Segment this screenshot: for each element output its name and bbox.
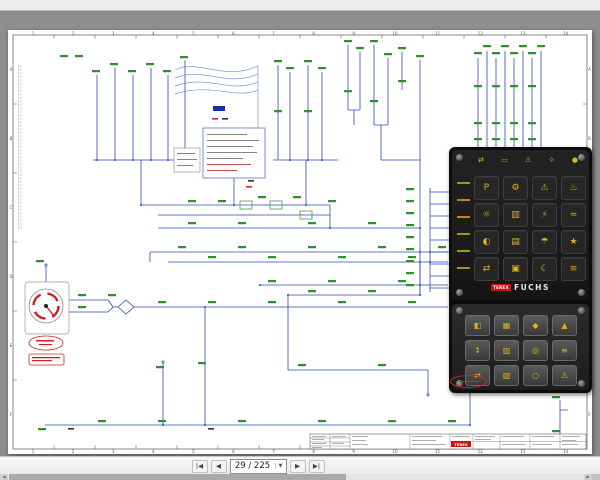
note-box bbox=[203, 128, 265, 178]
page-number-field: ▼ bbox=[230, 459, 287, 474]
service-button-icon: ⚙ bbox=[503, 176, 528, 200]
warning-indicator-icon: ⚠ bbox=[525, 155, 531, 165]
power-button-icon: ⚡ bbox=[532, 203, 557, 227]
fuse-box bbox=[174, 148, 200, 172]
grid-key-icon: ▦ bbox=[494, 315, 519, 336]
component-symbols bbox=[240, 201, 312, 219]
up-key-icon: ▲ bbox=[552, 315, 577, 336]
relay-diamond-symbol bbox=[118, 300, 134, 314]
gauge-annotations bbox=[29, 336, 64, 365]
screw-icon bbox=[578, 307, 585, 314]
menu-button-icon: ≡ bbox=[561, 257, 586, 281]
heater-button-icon: ♨ bbox=[561, 176, 586, 200]
panel-key-grid: ◧ ▦ ◆ ▲ ↕ ▥ ◎ ≡ ⇄ ▧ ○ ⚠ bbox=[465, 315, 577, 386]
hatch-key-icon: ▧ bbox=[494, 365, 519, 386]
page-nav-group: |◀ ◀ ▼ ▶ ▶| bbox=[192, 459, 325, 474]
wire-terminals bbox=[45, 264, 429, 396]
circle-key-icon: ○ bbox=[523, 365, 548, 386]
indicator-light-row: ⇄ ▭ ⚠ ☼ ● bbox=[478, 155, 578, 165]
title-block-brand: TEREX bbox=[454, 442, 468, 447]
previous-page-button[interactable]: ◀ bbox=[211, 460, 227, 473]
night-button-icon: ☾ bbox=[532, 257, 557, 281]
title-block: TEREX bbox=[310, 434, 586, 449]
document-page: TEREX 1234567891011121314 12345678910111… bbox=[8, 30, 592, 454]
dimmer-button-icon: ◐ bbox=[474, 230, 499, 254]
frame-column-numbers-bottom: 1234567891011121314 bbox=[13, 449, 587, 454]
beacon-button-icon: ★ bbox=[561, 230, 586, 254]
quadrant-key-icon: ◧ bbox=[465, 315, 490, 336]
horizontal-scrollbar-thumb[interactable] bbox=[9, 474, 346, 480]
red-circle-annotation bbox=[450, 375, 487, 388]
status-indicator-icon: ● bbox=[572, 155, 578, 165]
hazard-button-icon: ⚠ bbox=[532, 176, 557, 200]
park-brake-button-icon: P bbox=[474, 176, 499, 200]
screw-icon bbox=[578, 380, 585, 387]
window-top-strip bbox=[0, 0, 600, 11]
horizontal-scrollbar[interactable]: ◀ ▶ bbox=[0, 474, 600, 480]
frame-row-letters-left: ABCDEF bbox=[9, 35, 14, 449]
terex-logo: TEREX bbox=[491, 284, 511, 291]
direction-button-icon: ⇄ bbox=[474, 257, 499, 281]
frame-column-numbers-top: 1234567891011121314 bbox=[13, 31, 587, 36]
pdf-viewer-window: TEREX 1234567891011121314 12345678910111… bbox=[0, 0, 600, 480]
first-page-button[interactable]: |◀ bbox=[192, 460, 208, 473]
diamond-key-icon: ◆ bbox=[523, 315, 548, 336]
warning-key-icon: ⚠ bbox=[552, 365, 577, 386]
keypad-upper-section: ⇄ ▭ ⚠ ☼ ● P ⚙ ⚠ ♨ ☼ ▥ ⚡ ≈ bbox=[452, 150, 589, 300]
screw-icon bbox=[456, 307, 463, 314]
last-page-button[interactable]: ▶| bbox=[309, 460, 325, 473]
panel-button-grid: P ⚙ ⚠ ♨ ☼ ▥ ⚡ ≈ ◐ ▤ ☂ ★ ⇄ ▣ ☾ ≡ bbox=[474, 176, 586, 281]
screw-icon bbox=[456, 154, 463, 161]
washer-button-icon: ☂ bbox=[532, 230, 557, 254]
flow-button-icon: ≈ bbox=[561, 203, 586, 227]
page-navigation-toolbar: |◀ ◀ ▼ ▶ ▶| bbox=[0, 456, 600, 475]
connector-block bbox=[213, 106, 225, 111]
pressure-gauge bbox=[25, 282, 69, 334]
page-number-input[interactable] bbox=[231, 461, 275, 472]
battery-indicator-icon: ▭ bbox=[501, 155, 508, 165]
screw-icon bbox=[578, 154, 585, 161]
wire-junctions bbox=[96, 159, 471, 426]
scroll-right-arrow-icon[interactable]: ▶ bbox=[584, 474, 592, 480]
next-page-button[interactable]: ▶ bbox=[290, 460, 306, 473]
work-light-button-icon: ☼ bbox=[474, 203, 499, 227]
target-key-icon: ◎ bbox=[523, 340, 548, 361]
control-panel-photo: ⇄ ▭ ⚠ ☼ ● P ⚙ ⚠ ♨ ☼ ▥ ⚡ ≈ bbox=[449, 147, 592, 393]
lines-key-icon: ▥ bbox=[494, 340, 519, 361]
scrollbar-corner bbox=[592, 474, 600, 480]
panel-side-labels bbox=[457, 182, 470, 269]
mode-button-icon: ▣ bbox=[503, 257, 528, 281]
margin-disclaimer-text bbox=[19, 65, 22, 230]
menu-key-icon: ≡ bbox=[552, 340, 577, 361]
panel-brand-logo: TEREX FUCHS bbox=[452, 283, 589, 292]
beacon-indicator-icon: ☼ bbox=[548, 155, 554, 165]
updown-key-icon: ↕ bbox=[465, 340, 490, 361]
defrost-button-icon: ▥ bbox=[503, 203, 528, 227]
scroll-left-arrow-icon[interactable]: ◀ bbox=[0, 474, 8, 480]
turn-signal-icon: ⇄ bbox=[478, 155, 484, 165]
page-dropdown-caret-icon[interactable]: ▼ bbox=[275, 463, 286, 469]
battery-button-icon: ▤ bbox=[503, 230, 528, 254]
fuchs-logo-text: FUCHS bbox=[514, 283, 550, 292]
